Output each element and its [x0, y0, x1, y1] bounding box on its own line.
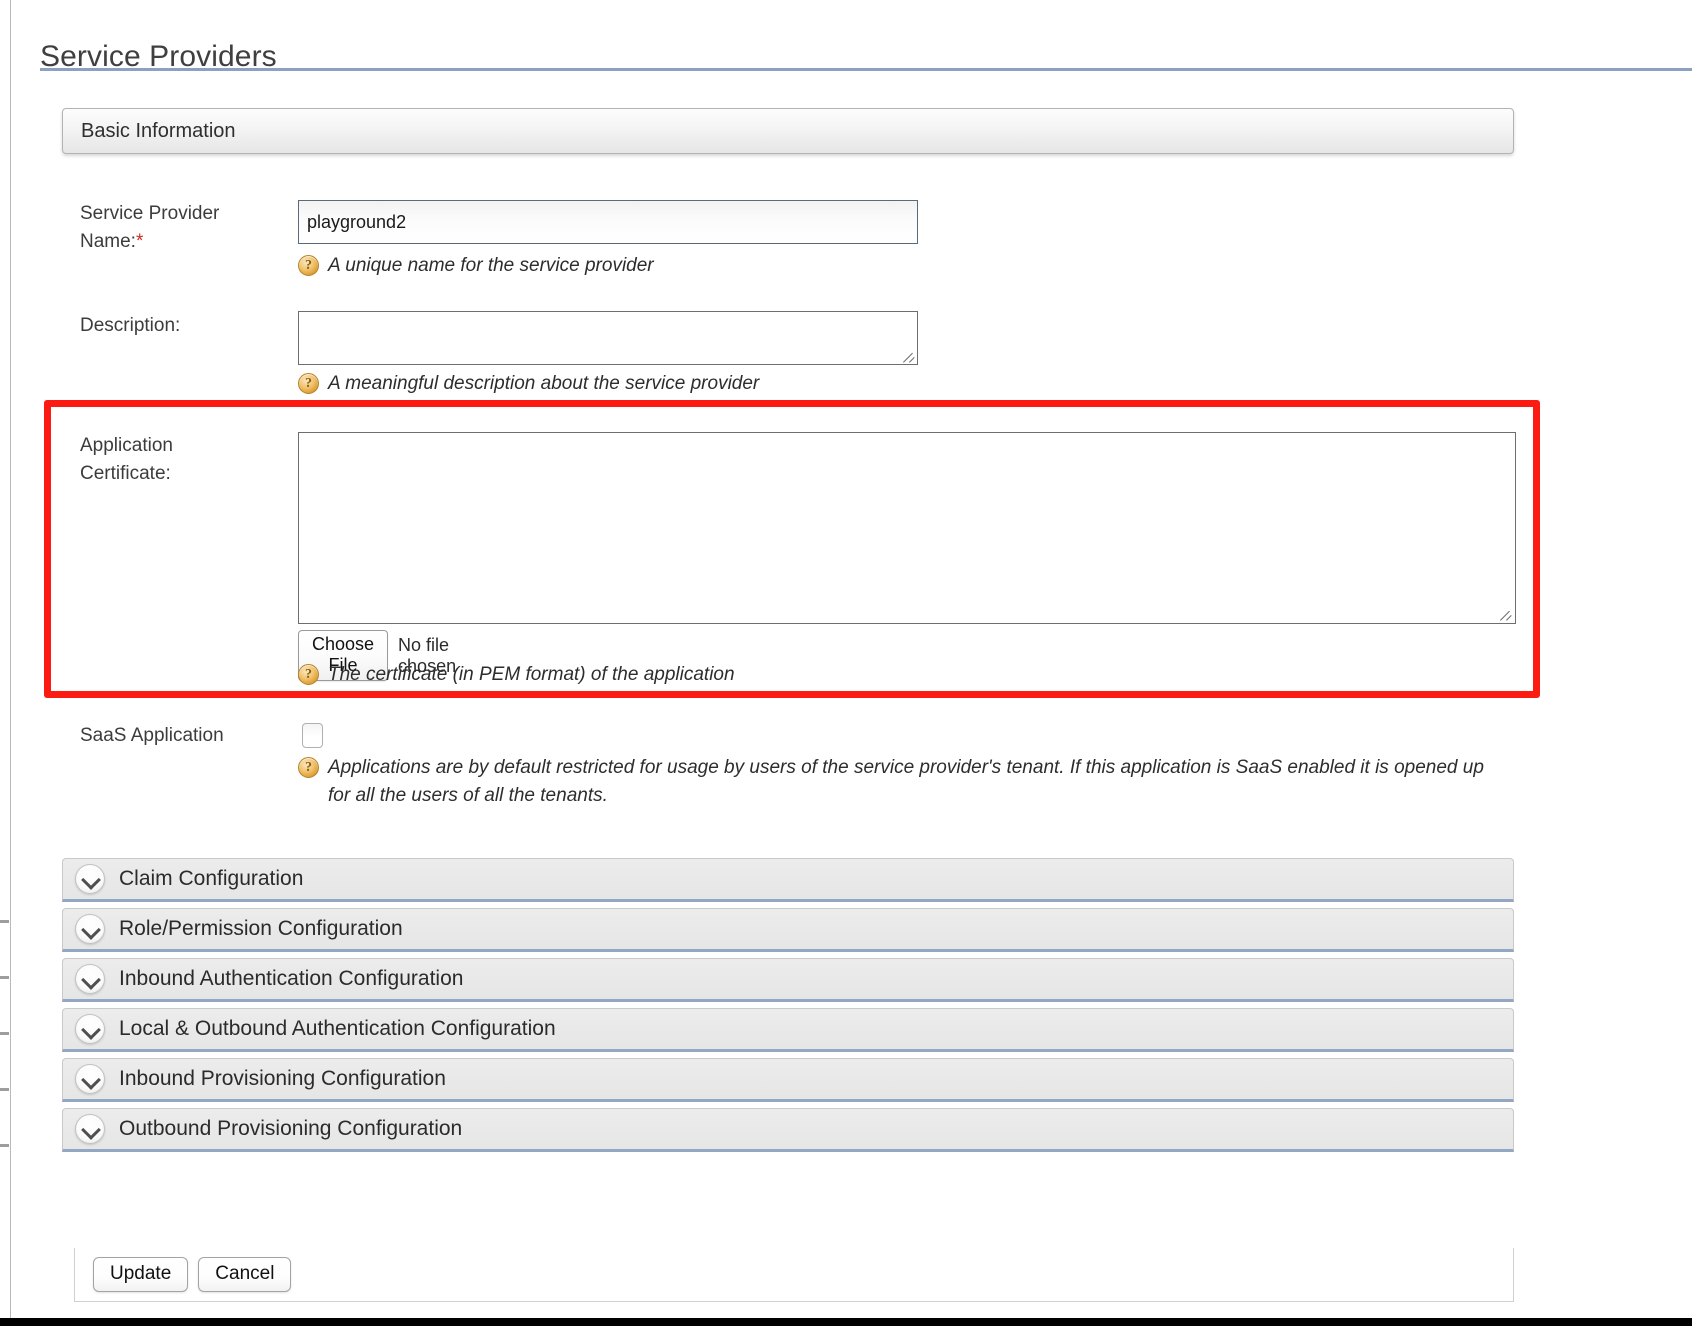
page-title-underline	[40, 68, 1692, 71]
application-certificate-textarea[interactable]	[298, 432, 1516, 624]
window-bottom-rule	[0, 1318, 1692, 1326]
left-gutter-ticks	[0, 920, 9, 1180]
application-certificate-hint-text: The certificate (in PEM format) of the a…	[328, 664, 735, 685]
chevron-down-circle-icon	[75, 1014, 105, 1044]
accordion-item-label: Inbound Authentication Configuration	[119, 967, 464, 990]
panel-heading-basic-information[interactable]: Basic Information	[62, 108, 1514, 154]
description-label: Description:	[80, 315, 181, 336]
saas-application-label: SaaS Application	[80, 725, 224, 746]
configuration-accordion: Claim Configuration Role/Permission Conf…	[62, 858, 1514, 1158]
accordion-item-local-outbound-authentication-configuration[interactable]: Local & Outbound Authentication Configur…	[62, 1008, 1514, 1052]
description-hint: ? A meaningful description about the ser…	[298, 370, 1398, 398]
accordion-item-label: Outbound Provisioning Configuration	[119, 1117, 463, 1140]
chevron-down-circle-icon	[75, 914, 105, 944]
window-left-rule	[10, 0, 11, 1318]
application-certificate-label: Application Certificate:	[80, 435, 173, 484]
chevron-down-circle-icon	[75, 864, 105, 894]
chevron-down-circle-icon	[75, 964, 105, 994]
panel-heading-label: Basic Information	[81, 119, 236, 142]
service-provider-name-label: Service Provider Name:*	[80, 200, 280, 256]
accordion-item-inbound-authentication-configuration[interactable]: Inbound Authentication Configuration	[62, 958, 1514, 1002]
application-certificate-hint: ? The certificate (in PEM format) of the…	[298, 661, 1448, 689]
saas-application-hint: ? Applications are by default restricted…	[298, 754, 1508, 810]
form-button-bar: Update Cancel	[74, 1248, 1514, 1302]
required-asterisk: *	[135, 231, 144, 252]
accordion-item-inbound-provisioning-configuration[interactable]: Inbound Provisioning Configuration	[62, 1058, 1514, 1102]
accordion-item-role-permission-configuration[interactable]: Role/Permission Configuration	[62, 908, 1514, 952]
accordion-item-outbound-provisioning-configuration[interactable]: Outbound Provisioning Configuration	[62, 1108, 1514, 1152]
accordion-item-label: Role/Permission Configuration	[119, 917, 403, 940]
service-provider-name-hint: ? A unique name for the service provider	[298, 252, 1398, 280]
window-right-rule	[1685, 0, 1692, 1318]
chevron-down-circle-icon	[75, 1064, 105, 1094]
accordion-item-claim-configuration[interactable]: Claim Configuration	[62, 858, 1514, 902]
help-circle-icon: ?	[298, 255, 319, 276]
accordion-item-label: Claim Configuration	[119, 867, 304, 890]
service-provider-name-input[interactable]	[298, 200, 918, 244]
help-circle-icon: ?	[298, 757, 319, 778]
update-button[interactable]: Update	[93, 1257, 189, 1292]
description-textarea[interactable]	[298, 311, 918, 365]
help-circle-icon: ?	[298, 373, 319, 394]
chevron-down-circle-icon	[75, 1114, 105, 1144]
accordion-item-label: Local & Outbound Authentication Configur…	[119, 1017, 556, 1040]
app-viewport: Service Providers Basic Information Serv…	[0, 0, 1692, 1326]
accordion-item-label: Inbound Provisioning Configuration	[119, 1067, 446, 1090]
saas-application-hint-text: Applications are by default restricted f…	[328, 757, 1484, 806]
cancel-button[interactable]: Cancel	[198, 1257, 292, 1292]
service-provider-name-hint-text: A unique name for the service provider	[328, 255, 654, 276]
help-circle-icon: ?	[298, 664, 319, 685]
saas-application-checkbox[interactable]	[302, 723, 323, 748]
service-provider-name-label-text: Service Provider Name:	[80, 203, 220, 252]
description-hint-text: A meaningful description about the servi…	[328, 373, 760, 394]
